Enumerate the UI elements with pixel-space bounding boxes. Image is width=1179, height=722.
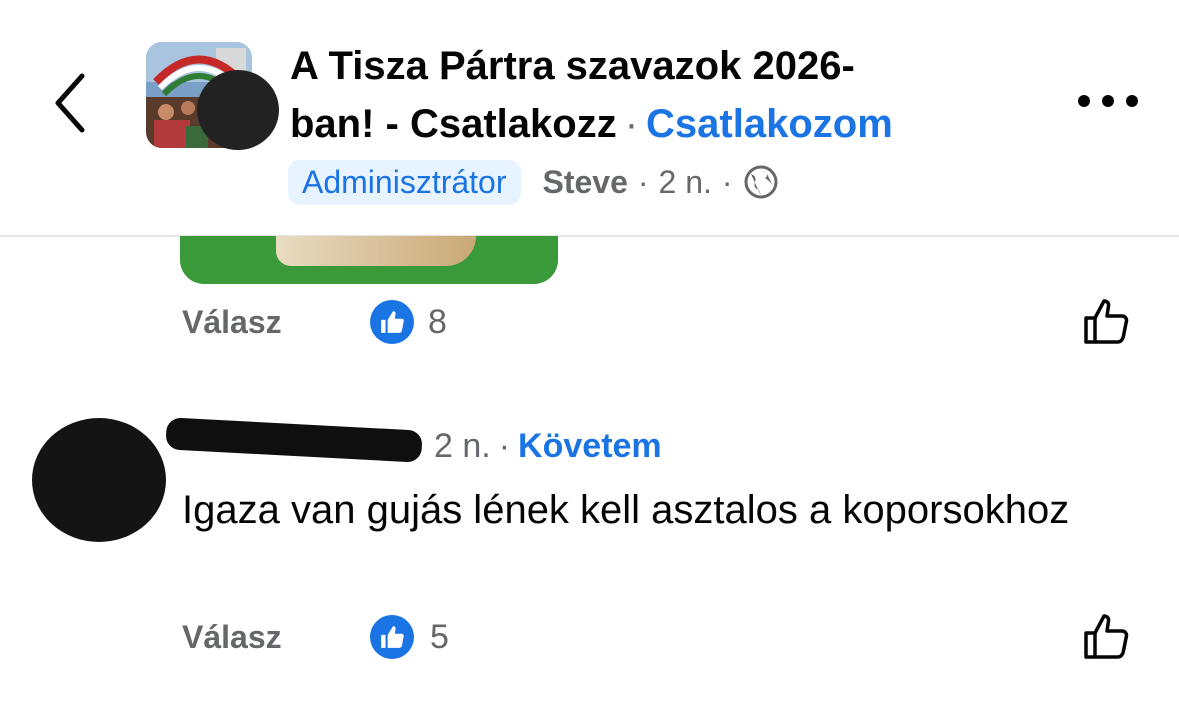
thumbs-up-icon: [1084, 614, 1129, 659]
meta-separator: ·: [721, 163, 733, 200]
like-button[interactable]: [1082, 611, 1132, 661]
admin-badge: Adminisztrátor: [288, 159, 521, 205]
group-title-line-2-text[interactable]: ban! - Csatlakozz: [290, 102, 617, 146]
group-title-line-2[interactable]: ban! - Csatlakozz · Csatlakozom: [290, 100, 893, 148]
comment-text: Igaza van gujás lének kell asztalos a ko…: [182, 488, 1070, 532]
more-icon: [1078, 95, 1090, 107]
back-button[interactable]: [44, 68, 100, 138]
like-reaction-badge[interactable]: [370, 615, 414, 659]
commenter-avatar[interactable]: [32, 418, 166, 542]
comment-image[interactable]: [180, 236, 558, 284]
more-options-button[interactable]: [1078, 86, 1138, 116]
author-avatar[interactable]: [197, 70, 279, 150]
like-reaction-badge[interactable]: [370, 300, 414, 344]
chevron-left-icon: [55, 73, 85, 133]
comment-meta: 2 n. · Követem: [434, 424, 662, 468]
post-time[interactable]: 2 n.: [659, 164, 712, 201]
title-separator: ·: [624, 102, 639, 146]
comment-time[interactable]: 2 n.: [434, 427, 491, 466]
commenter-name-redacted: [165, 417, 423, 463]
thumbs-up-icon: [381, 626, 404, 648]
like-count: 5: [430, 618, 449, 656]
globe-icon: [744, 165, 778, 199]
like-button[interactable]: [1082, 296, 1132, 346]
thumbs-up-icon: [1084, 299, 1129, 344]
comment-meta-separator: ·: [498, 426, 511, 465]
thumbs-up-icon: [381, 311, 404, 333]
follow-link[interactable]: Követem: [518, 427, 662, 466]
reply-button[interactable]: Válasz: [182, 619, 282, 656]
post-header: A Tisza Pártra szavazok 2026- ban! - Csa…: [0, 0, 1179, 237]
like-count: 8: [428, 303, 447, 341]
meta-separator: ·: [637, 163, 649, 200]
author-name[interactable]: Steve: [543, 164, 628, 201]
group-title-line-1[interactable]: A Tisza Pártra szavazok 2026-: [290, 42, 855, 90]
post-meta: Adminisztrátor Steve · 2 n. ·: [288, 158, 779, 206]
join-group-link[interactable]: Csatlakozom: [646, 102, 893, 146]
reply-button[interactable]: Válasz: [182, 304, 282, 341]
